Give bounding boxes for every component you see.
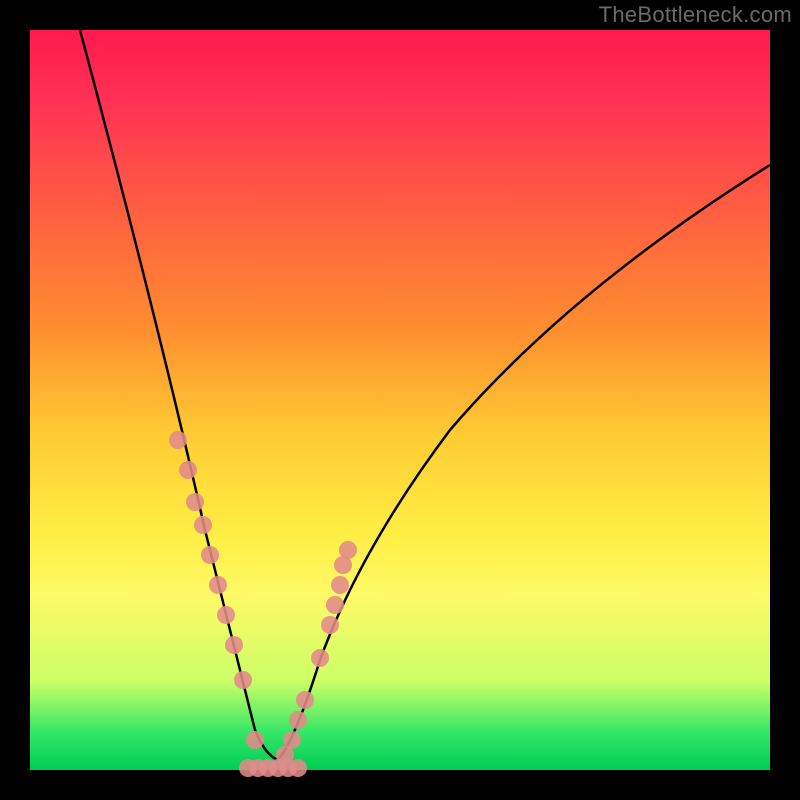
curve-svg [30,30,770,770]
data-point [311,649,329,667]
data-point [194,516,212,534]
plot-area [30,30,770,770]
data-point [296,691,314,709]
data-point [179,461,197,479]
curve-left-branch [80,30,278,760]
data-point [169,431,187,449]
data-point [217,606,235,624]
data-point [283,731,301,749]
curve-right-branch [278,165,770,760]
data-point [331,576,349,594]
data-point [209,576,227,594]
data-point [326,596,344,614]
watermark-text: TheBottleneck.com [599,2,792,28]
data-point [321,616,339,634]
data-point [225,636,243,654]
data-point [246,731,264,749]
chart-container: TheBottleneck.com [0,0,800,800]
data-point [339,541,357,559]
data-point [234,671,252,689]
data-point [289,759,307,777]
data-point [289,711,307,729]
data-point [201,546,219,564]
data-point [186,493,204,511]
